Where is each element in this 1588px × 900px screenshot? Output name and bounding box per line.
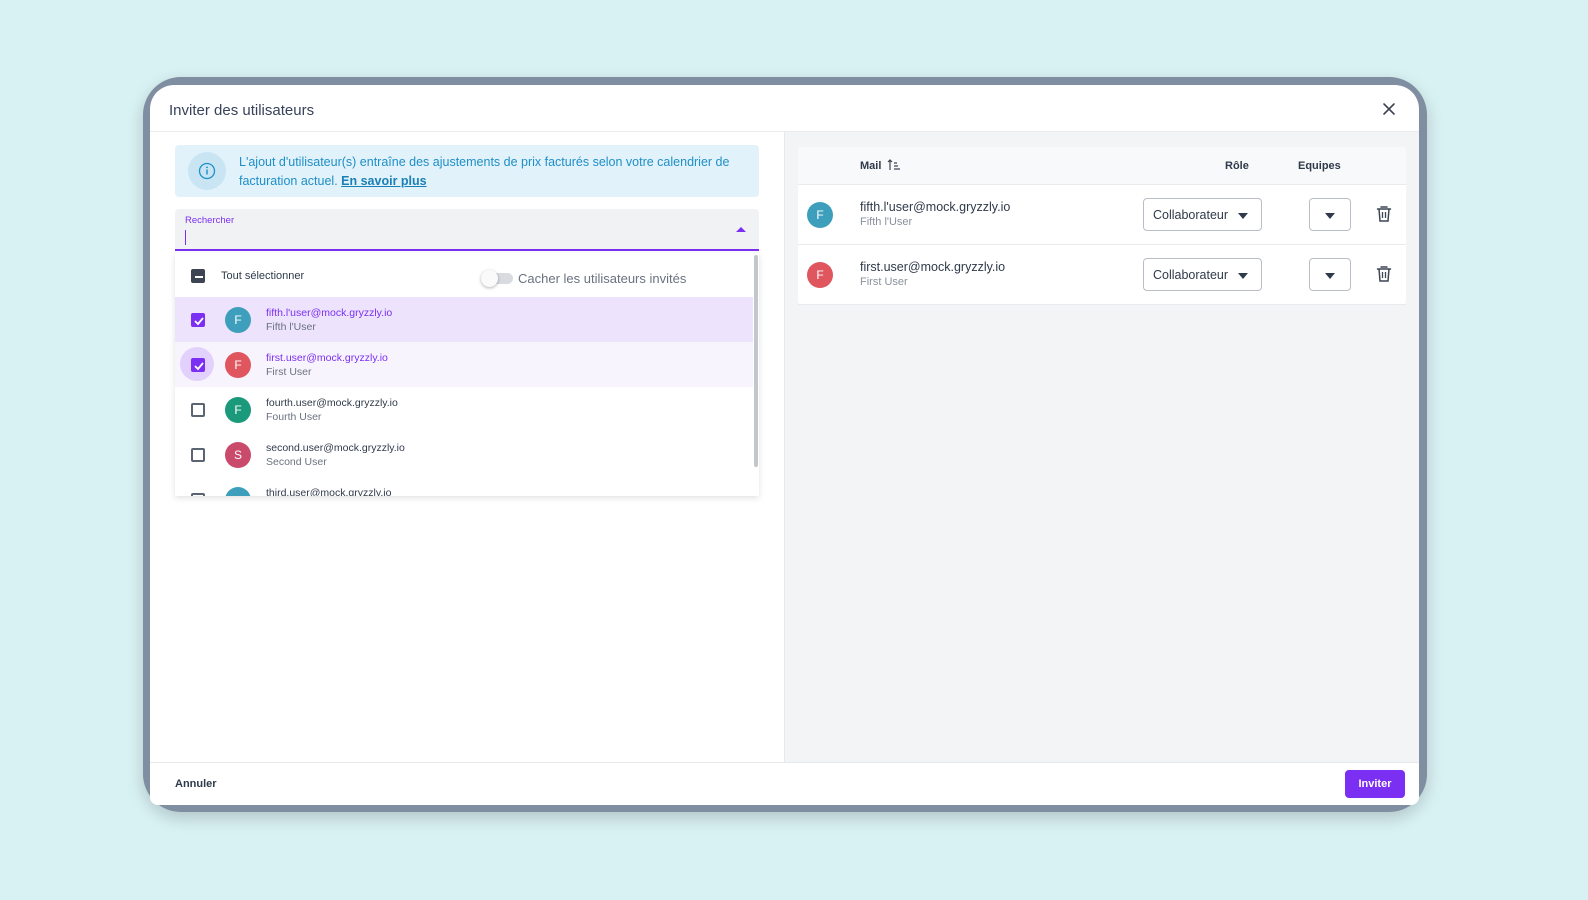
user-name: First User xyxy=(266,366,312,378)
toggle-thumb xyxy=(481,270,498,287)
row-email: first.user@mock.gryzzly.io xyxy=(860,260,1006,274)
user-email: first.user@mock.gryzzly.io xyxy=(266,352,388,364)
avatar: S xyxy=(225,442,251,468)
caret-down-icon xyxy=(1325,273,1335,279)
row-name: First User xyxy=(860,276,908,288)
user-checkbox[interactable] xyxy=(191,358,205,372)
table-row: F first.user@mock.gryzzly.io First User … xyxy=(798,245,1406,305)
user-list-item[interactable]: F fifth.l'user@mock.gryzzly.io Fifth l'U… xyxy=(175,297,753,342)
dialog-footer: Annuler Inviter xyxy=(150,762,1419,805)
dialog-title: Inviter des utilisateurs xyxy=(169,102,315,119)
user-list-item[interactable]: S second.user@mock.gryzzly.io Second Use… xyxy=(175,432,753,477)
row-name: Fifth l'User xyxy=(860,216,913,228)
user-email: third.user@mock.gryzzly.io xyxy=(266,487,392,496)
user-checkbox[interactable] xyxy=(191,403,205,417)
select-all-label: Tout sélectionner xyxy=(221,270,305,282)
avatar: F xyxy=(225,352,251,378)
column-mail[interactable]: Mail xyxy=(860,160,881,172)
table-header: Mail Rôle Equipes xyxy=(798,147,1406,185)
billing-info-message: L'ajout d'utilisateur(s) entraîne des aj… xyxy=(239,155,730,188)
search-input[interactable] xyxy=(187,229,717,247)
user-checkbox[interactable] xyxy=(191,493,205,496)
trash-icon[interactable] xyxy=(1376,205,1392,223)
user-list-item[interactable]: F first.user@mock.gryzzly.io First User xyxy=(175,342,753,387)
avatar xyxy=(225,487,251,496)
chevron-up-icon[interactable] xyxy=(735,223,747,235)
user-email: fifth.l'user@mock.gryzzly.io xyxy=(266,307,393,319)
scrollbar-thumb[interactable] xyxy=(754,255,758,467)
search-label: Rechercher xyxy=(185,215,235,226)
avatar: F xyxy=(225,397,251,423)
search-field[interactable]: Rechercher xyxy=(175,209,759,251)
avatar: F xyxy=(807,262,833,288)
table-row: F fifth.l'user@mock.gryzzly.io Fifth l'U… xyxy=(798,185,1406,245)
user-checkbox[interactable] xyxy=(191,313,205,327)
role-select[interactable]: Collaborateur xyxy=(1143,258,1262,291)
selected-users-pane: Mail Rôle Equipes F fifth.l'user@mock.gr… xyxy=(784,132,1419,762)
selected-users-table: Mail Rôle Equipes F fifth.l'user@mock.gr… xyxy=(798,147,1406,305)
sort-ascending-icon[interactable] xyxy=(887,158,901,172)
user-email: fourth.user@mock.gryzzly.io xyxy=(266,397,398,409)
select-all-checkbox[interactable] xyxy=(191,269,205,283)
teams-select[interactable] xyxy=(1309,258,1351,291)
dialog-header: Inviter des utilisateurs xyxy=(150,85,1419,132)
invite-button[interactable]: Inviter xyxy=(1345,770,1405,798)
role-select[interactable]: Collaborateur xyxy=(1143,198,1262,231)
teams-select[interactable] xyxy=(1309,198,1351,231)
trash-icon[interactable] xyxy=(1376,265,1392,283)
caret-down-icon xyxy=(1238,213,1248,219)
list-scrollbar[interactable] xyxy=(754,255,758,495)
billing-info-banner: L'ajout d'utilisateur(s) entraîne des aj… xyxy=(175,145,759,197)
info-icon xyxy=(188,152,226,190)
role-value: Collaborateur xyxy=(1153,268,1229,282)
user-checkbox[interactable] xyxy=(191,448,205,462)
column-role: Rôle xyxy=(1225,160,1249,172)
caret-down-icon xyxy=(1238,273,1248,279)
billing-info-text: L'ajout d'utilisateur(s) entraîne des aj… xyxy=(239,153,749,191)
user-list-item[interactable]: F fourth.user@mock.gryzzly.io Fourth Use… xyxy=(175,387,753,432)
role-value: Collaborateur xyxy=(1153,208,1229,222)
select-all-row: Tout sélectionner Cacher les utilisateur… xyxy=(175,253,759,297)
column-teams: Equipes xyxy=(1298,160,1341,172)
learn-more-link[interactable]: En savoir plus xyxy=(341,174,426,188)
hide-invited-label: Cacher les utilisateurs invités xyxy=(518,271,687,286)
user-name: Second User xyxy=(266,456,327,468)
user-email: second.user@mock.gryzzly.io xyxy=(266,442,405,454)
user-name: Fourth User xyxy=(266,411,322,423)
avatar: F xyxy=(225,307,251,333)
user-picker-pane: L'ajout d'utilisateur(s) entraîne des aj… xyxy=(150,132,784,762)
avatar: F xyxy=(807,202,833,228)
invite-users-dialog: Inviter des utilisateurs L'ajout d'utili… xyxy=(150,85,1419,805)
row-email: fifth.l'user@mock.gryzzly.io xyxy=(860,200,1011,214)
close-icon[interactable] xyxy=(1381,101,1397,117)
hide-invited-toggle[interactable] xyxy=(481,270,513,287)
user-dropdown-list: Tout sélectionner Cacher les utilisateur… xyxy=(175,253,759,496)
text-cursor xyxy=(185,230,186,245)
cancel-button[interactable]: Annuler xyxy=(175,778,217,790)
caret-down-icon xyxy=(1325,213,1335,219)
user-list-item[interactable]: third.user@mock.gryzzly.io xyxy=(175,477,753,496)
user-name: Fifth l'User xyxy=(266,321,316,333)
